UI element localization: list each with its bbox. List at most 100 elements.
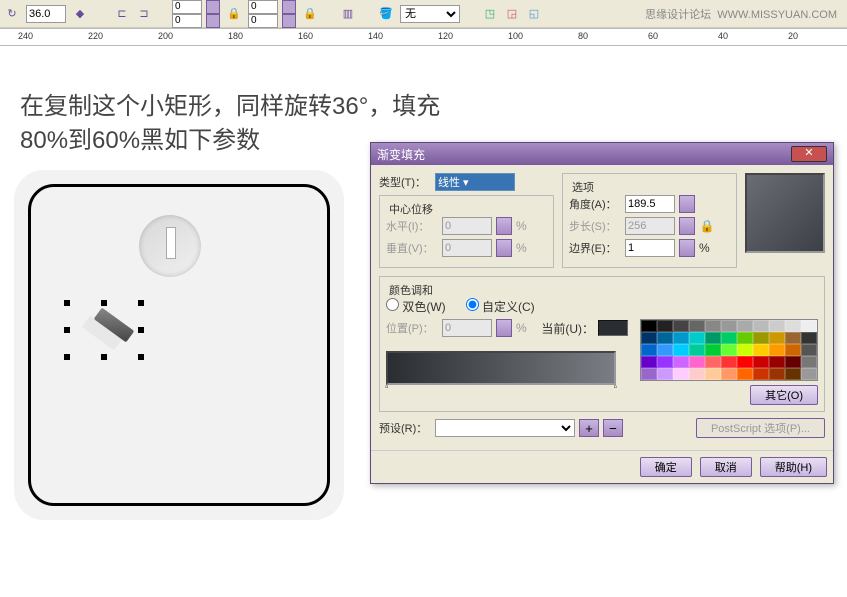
y1-input[interactable] [172, 14, 202, 28]
swatch-palette[interactable] [640, 319, 818, 381]
preset-add-button[interactable]: + [579, 419, 599, 437]
edge-field[interactable] [625, 239, 675, 257]
swatch[interactable] [673, 368, 689, 380]
swatch[interactable] [641, 344, 657, 356]
swatch[interactable] [641, 356, 657, 368]
bucket-icon[interactable]: 🪣 [378, 6, 394, 22]
angle-label: 角度(A)： [569, 196, 621, 212]
swatch[interactable] [737, 332, 753, 344]
rotate-icon[interactable]: ↻ [4, 6, 20, 22]
vert-spin [496, 239, 512, 257]
help-button[interactable]: 帮助(H) [760, 457, 827, 477]
dialog-titlebar[interactable]: 渐变填充 ✕ [371, 143, 833, 165]
swatch[interactable] [721, 356, 737, 368]
swatch[interactable] [753, 356, 769, 368]
y1-spin[interactable] [206, 14, 220, 28]
swatch[interactable] [657, 332, 673, 344]
two-color-radio[interactable]: 双色(W) [386, 298, 446, 315]
current-swatch[interactable] [598, 320, 628, 336]
lock2-icon[interactable]: 🔒 [302, 6, 318, 22]
align-left-icon[interactable]: ⊏ [114, 6, 130, 22]
swatch[interactable] [721, 332, 737, 344]
swatch[interactable] [657, 356, 673, 368]
swatch[interactable] [801, 356, 817, 368]
swatch[interactable] [769, 368, 785, 380]
preset-select[interactable] [435, 419, 575, 437]
swatch[interactable] [641, 332, 657, 344]
swatch[interactable] [689, 344, 705, 356]
swatch[interactable] [801, 368, 817, 380]
swatch[interactable] [769, 356, 785, 368]
swatch[interactable] [753, 332, 769, 344]
swatch[interactable] [721, 344, 737, 356]
swatch[interactable] [705, 356, 721, 368]
swatch[interactable] [689, 332, 705, 344]
swatch[interactable] [689, 356, 705, 368]
preset-remove-button[interactable]: − [603, 419, 623, 437]
tool-b-icon[interactable]: ◲ [504, 6, 520, 22]
swatch[interactable] [753, 368, 769, 380]
swatch[interactable] [785, 368, 801, 380]
swatch[interactable] [785, 356, 801, 368]
swatch[interactable] [641, 368, 657, 380]
x2-input[interactable] [248, 0, 278, 14]
type-select[interactable]: 线性 ▾ [435, 173, 515, 191]
swatch[interactable] [705, 344, 721, 356]
swatch[interactable] [657, 320, 673, 332]
selection-rect[interactable] [64, 300, 144, 360]
ok-button[interactable]: 确定 [640, 457, 692, 477]
swatch[interactable] [737, 344, 753, 356]
swatch[interactable] [689, 368, 705, 380]
swatch[interactable] [673, 320, 689, 332]
x2-spin[interactable] [282, 0, 296, 14]
tool-c-icon[interactable]: ◱ [526, 6, 542, 22]
fill-select[interactable]: 无 [400, 5, 460, 23]
angle-field[interactable] [625, 195, 675, 213]
swatch[interactable] [801, 344, 817, 356]
custom-radio[interactable]: 自定义(C) [466, 298, 535, 315]
y2-spin[interactable] [282, 14, 296, 28]
swatch[interactable] [753, 344, 769, 356]
x1-spin[interactable] [206, 0, 220, 14]
swatch[interactable] [769, 332, 785, 344]
angle-input[interactable] [26, 5, 66, 23]
swatch[interactable] [785, 332, 801, 344]
swatch[interactable] [721, 320, 737, 332]
swatch[interactable] [785, 320, 801, 332]
swatch[interactable] [721, 368, 737, 380]
swatch[interactable] [689, 320, 705, 332]
swatch[interactable] [737, 356, 753, 368]
cancel-button[interactable]: 取消 [700, 457, 752, 477]
swatch[interactable] [673, 332, 689, 344]
tool-a-icon[interactable]: ◳ [482, 6, 498, 22]
angle-spin[interactable] [679, 195, 695, 213]
arrange-icon[interactable]: ▥ [340, 6, 356, 22]
swatch[interactable] [657, 344, 673, 356]
swatch[interactable] [705, 320, 721, 332]
type-label: 类型(T)： [379, 174, 431, 190]
swatch[interactable] [737, 368, 753, 380]
other-colors-button[interactable]: 其它(O) [750, 385, 818, 405]
swatch[interactable] [657, 368, 673, 380]
swatch[interactable] [641, 320, 657, 332]
align-right-icon[interactable]: ⊐ [136, 6, 152, 22]
swatch[interactable] [769, 344, 785, 356]
lock1-icon[interactable]: 🔒 [226, 6, 242, 22]
swatch[interactable] [753, 320, 769, 332]
x1-input[interactable] [172, 0, 202, 14]
y2-input[interactable] [248, 14, 278, 28]
close-icon[interactable]: ✕ [791, 146, 827, 162]
swatch[interactable] [673, 356, 689, 368]
swatch[interactable] [705, 332, 721, 344]
swatch[interactable] [673, 344, 689, 356]
swatch[interactable] [801, 332, 817, 344]
swatch[interactable] [769, 320, 785, 332]
edge-spin[interactable] [679, 239, 695, 257]
swatch[interactable] [705, 368, 721, 380]
lock-step-icon[interactable]: 🔒 [699, 218, 715, 234]
gradient-bar[interactable]: ▫ ▫ [386, 351, 616, 385]
swatch[interactable] [737, 320, 753, 332]
swatch[interactable] [801, 320, 817, 332]
spinner-icon[interactable]: ◆ [72, 6, 88, 22]
swatch[interactable] [785, 344, 801, 356]
